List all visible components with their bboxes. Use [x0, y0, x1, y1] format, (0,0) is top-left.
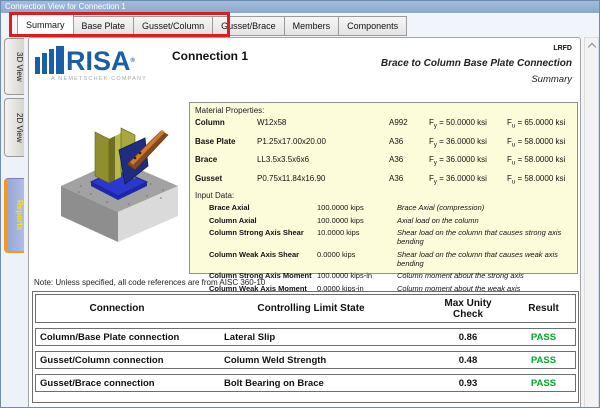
material-row: BraceLL3.5x3.5x6x6A36Fy = 36.0000 ksiFu … [195, 155, 572, 167]
input-description: Shear load on the column that causes str… [397, 228, 572, 246]
material-grade: A36 [389, 137, 429, 149]
input-data-title: Input Data: [195, 191, 572, 200]
tab-strip: SummaryBase PlateGusset/ColumnGusset/Bra… [17, 15, 407, 36]
material-properties-panel: Material Properties: ColumnW12x58A992Fy … [189, 102, 578, 189]
tab-base-plate[interactable]: Base Plate [74, 16, 135, 36]
input-label: Column Strong Axis Shear [209, 228, 317, 246]
header-result: Result [512, 303, 575, 314]
connection-3d-rendering [51, 120, 186, 245]
input-row: Column Weak Axis Shear0.0000 kipsShear l… [209, 250, 572, 268]
result-connection: Column/Base Plate connection [36, 332, 198, 343]
result-connection: Gusset/Column connection [36, 355, 198, 366]
results-row: Gusset/Brace connectionBolt Bearing on B… [35, 374, 576, 392]
material-size: W12x58 [257, 118, 389, 130]
connection-subtitle: Brace to Column Base Plate Connection [381, 58, 572, 69]
material-grade: A36 [389, 174, 429, 186]
header-connection: Connection [36, 303, 198, 314]
connection-title: Connection 1 [172, 49, 248, 63]
code-reference-note: Note: Unless specified, all code referen… [34, 278, 265, 287]
input-label: Column Weak Axis Shear [209, 250, 317, 268]
result-connection: Gusset/Brace connection [36, 378, 198, 389]
report-view-label: Summary [531, 74, 572, 85]
tab-gusset-brace[interactable]: Gusset/Brace [213, 16, 285, 36]
window-titlebar[interactable]: Connection View for Connection 1 [1, 1, 600, 13]
results-table: Connection Controlling Limit State Max U… [32, 291, 579, 403]
material-fu: Fu = 58.0000 ksi [507, 174, 572, 186]
window-title: Connection View for Connection 1 [5, 2, 126, 11]
material-fy: Fy = 50.0000 ksi [429, 118, 507, 130]
input-row: Brace Axial100.0000 kipsBrace Axial (com… [209, 203, 572, 212]
result-max-unity: 0.48 [424, 355, 512, 366]
material-grade: A36 [389, 155, 429, 167]
material-fu: Fu = 58.0000 ksi [507, 137, 572, 149]
tab-members[interactable]: Members [285, 16, 340, 36]
material-label: Brace [195, 155, 257, 167]
result-limit-state: Bolt Bearing on Brace [198, 378, 424, 389]
material-label: Base Plate [195, 137, 257, 149]
risa-logo: RISA® A NEMETSCHEK COMPANY [35, 46, 147, 82]
tab-summary[interactable]: Summary [17, 14, 74, 36]
design-method-label: LRFD [553, 45, 572, 52]
tab-gusset-column[interactable]: Gusset/Column [134, 16, 213, 36]
material-fy: Fy = 36.0000 ksi [429, 155, 507, 167]
input-description: Axial load on the column [397, 216, 572, 225]
results-row: Column/Base Plate connectionLateral Slip… [35, 328, 576, 346]
input-value: 0.0000 kips [317, 250, 397, 268]
material-grade: A992 [389, 118, 429, 130]
input-row: Column Axial100.0000 kipsAxial load on t… [209, 216, 572, 225]
chevron-up-icon [587, 43, 595, 51]
results-table-header: Connection Controlling Limit State Max U… [35, 294, 576, 323]
material-row: GussetP0.75x11.84x16.90A36Fy = 36.0000 k… [195, 174, 572, 186]
side-tab-panel: 3D View 2D View Reports [1, 36, 28, 408]
risa-logo-bars-icon: RISA® [35, 46, 147, 74]
tab-components[interactable]: Components [339, 16, 407, 36]
input-description: Column moment about the strong axis [397, 271, 572, 280]
result-limit-state: Lateral Slip [198, 332, 424, 343]
result-max-unity: 0.93 [424, 378, 512, 389]
input-label: Column Axial [209, 216, 317, 225]
material-label: Column [195, 118, 257, 130]
input-label: Brace Axial [209, 203, 317, 212]
input-value: 100.0000 kips [317, 216, 397, 225]
header-limit-state: Controlling Limit State [198, 303, 424, 314]
input-value: 100.0000 kips [317, 203, 397, 212]
input-data-panel: Input Data: Brace Axial100.0000 kipsBrac… [189, 188, 578, 274]
result-max-unity: 0.86 [424, 332, 512, 343]
side-tab-2d-view[interactable]: 2D View [4, 98, 24, 157]
report-content-panel: RISA® A NEMETSCHEK COMPANY Connection 1 … [28, 37, 581, 408]
material-fy: Fy = 36.0000 ksi [429, 137, 507, 149]
input-row: Column Strong Axis Shear10.0000 kipsShea… [209, 228, 572, 246]
material-size: P0.75x11.84x16.90 [257, 174, 389, 186]
material-fy: Fy = 36.0000 ksi [429, 174, 507, 186]
vertical-scrollbar[interactable] [584, 37, 599, 408]
connection-view-window: Connection View for Connection 1 Summary… [0, 0, 600, 408]
scroll-up-button[interactable] [585, 38, 598, 53]
material-properties-title: Material Properties: [195, 106, 572, 115]
results-row: Gusset/Column connectionColumn Weld Stre… [35, 351, 576, 369]
material-row: ColumnW12x58A992Fy = 50.0000 ksiFu = 65.… [195, 118, 572, 130]
header-max-unity: Max Unity Check [424, 298, 512, 320]
result-pass-badge: PASS [512, 378, 575, 389]
input-value: 10.0000 kips [317, 228, 397, 246]
side-tab-reports[interactable]: Reports [4, 178, 24, 253]
input-description: Shear load on the column that causes wea… [397, 250, 572, 268]
material-size: P1.25x17.00x20.00 [257, 137, 389, 149]
material-fu: Fu = 58.0000 ksi [507, 155, 572, 167]
input-description: Brace Axial (compression) [397, 203, 572, 212]
result-pass-badge: PASS [512, 332, 575, 343]
material-row: Base PlateP1.25x17.00x20.00A36Fy = 36.00… [195, 137, 572, 149]
material-size: LL3.5x3.5x6x6 [257, 155, 389, 167]
risa-logo-text: RISA® [66, 48, 135, 74]
material-fu: Fu = 65.0000 ksi [507, 118, 572, 130]
result-pass-badge: PASS [512, 355, 575, 366]
side-tab-3d-view[interactable]: 3D View [4, 38, 24, 95]
input-value: 100.0000 kips-in [317, 271, 397, 280]
material-label: Gusset [195, 174, 257, 186]
risa-logo-subtitle: A NEMETSCHEK COMPANY [51, 76, 147, 82]
result-limit-state: Column Weld Strength [198, 355, 424, 366]
